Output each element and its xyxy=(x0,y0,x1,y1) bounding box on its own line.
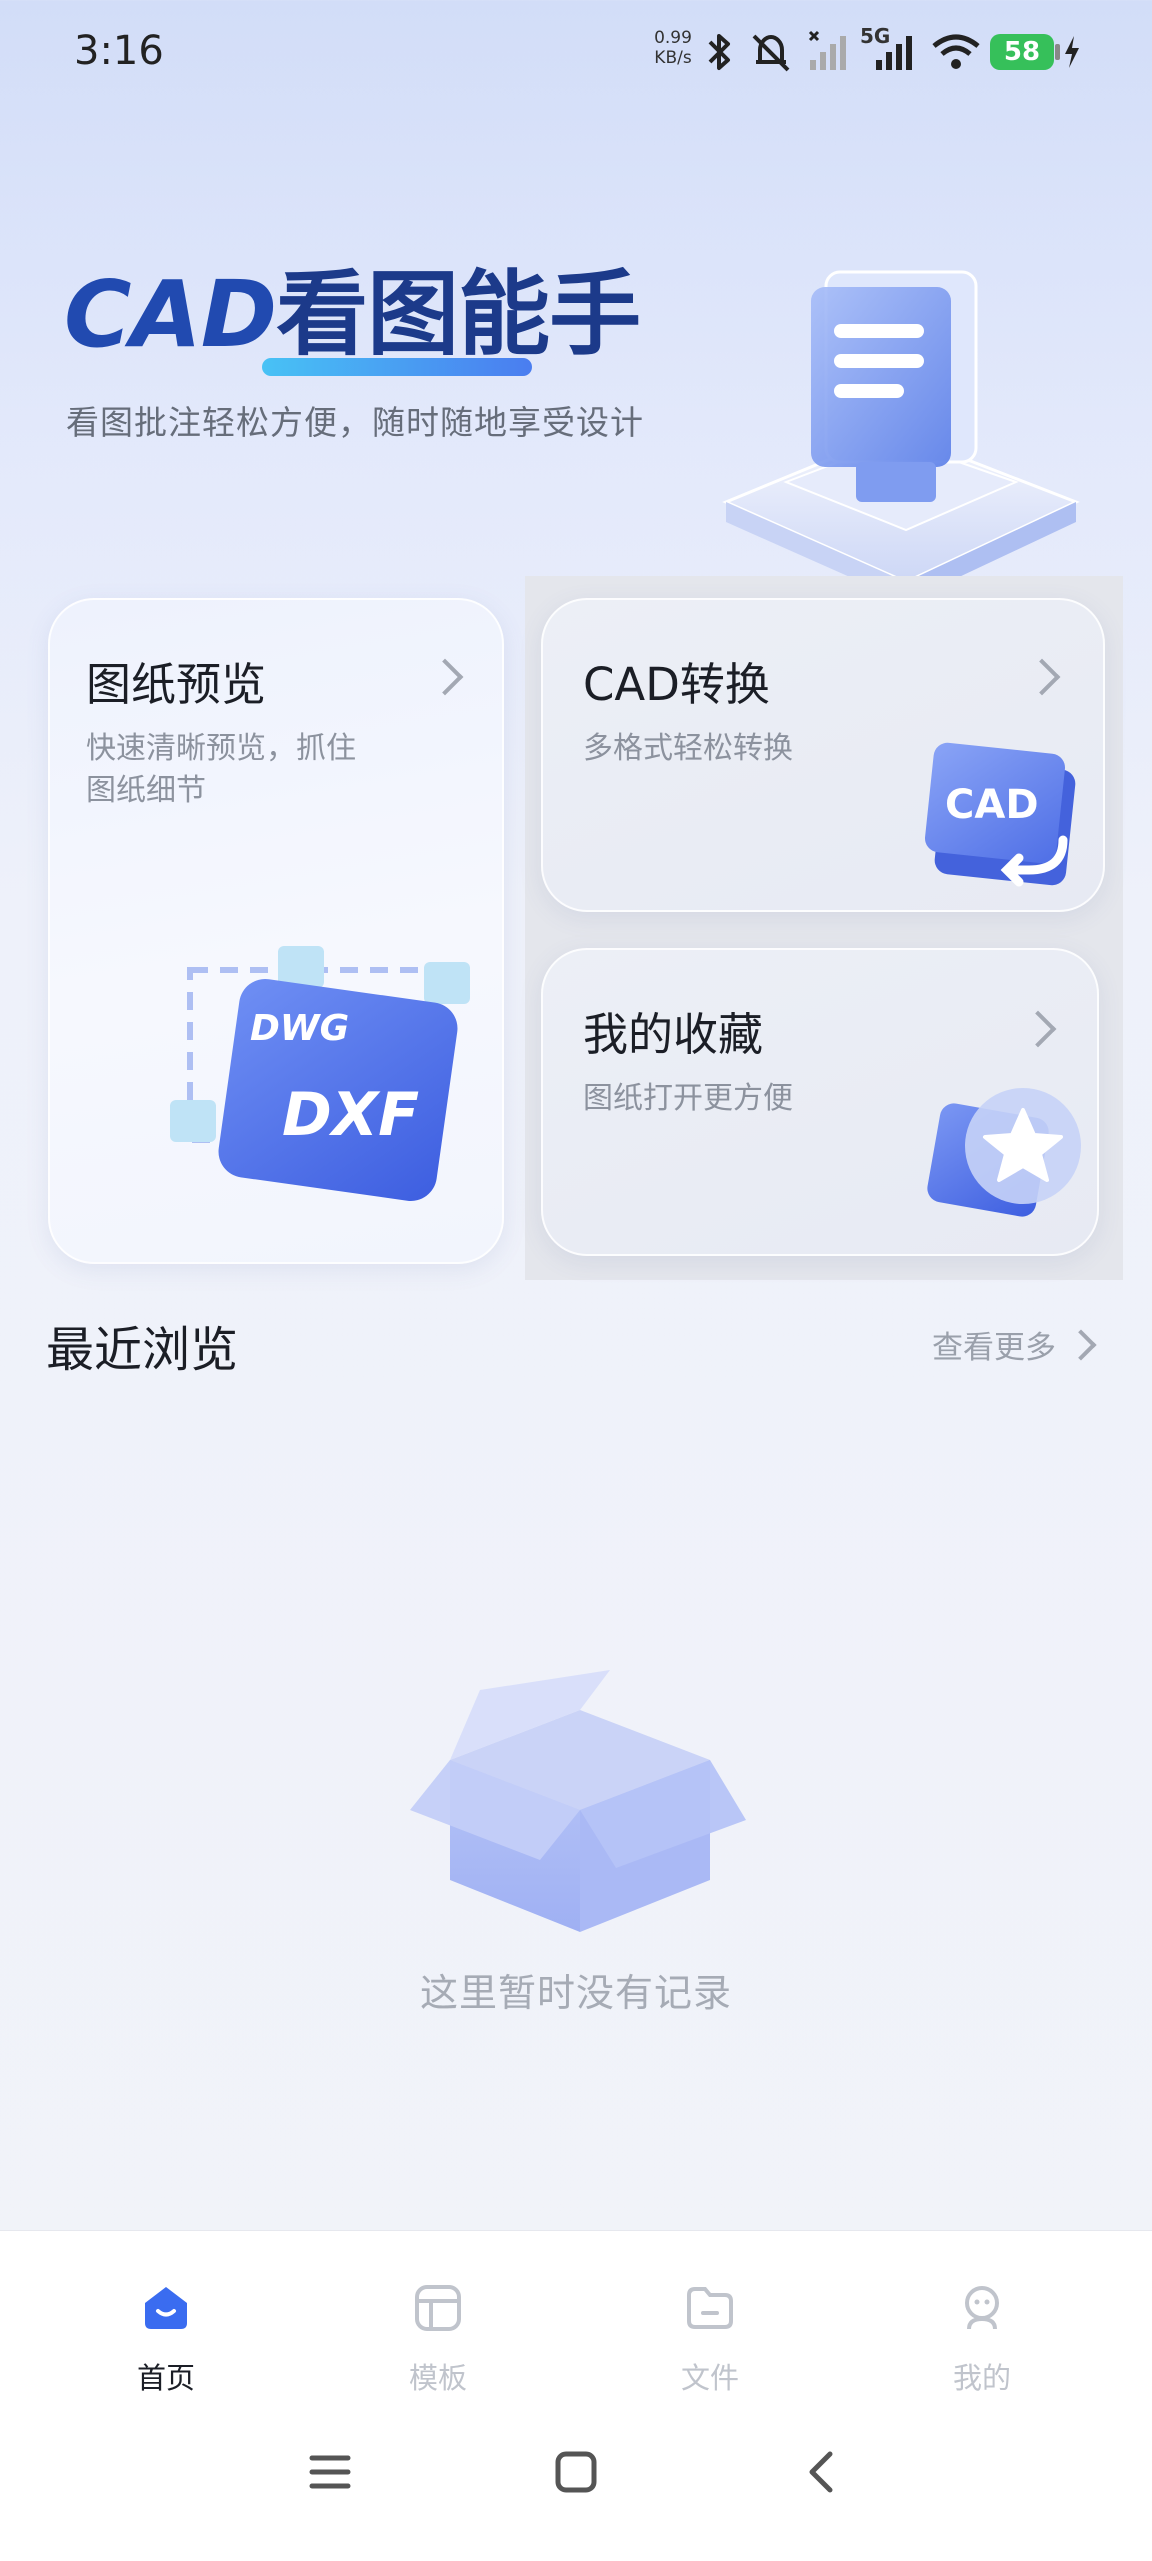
card-favorites-title: 我的收藏 xyxy=(583,1008,764,1061)
app-title-suffix: 看图能手 xyxy=(276,261,641,368)
card-preview-desc-line2: 图纸细节 xyxy=(86,773,206,808)
mute-icon xyxy=(752,34,790,72)
battery-tip xyxy=(1055,44,1060,60)
card-preview-desc-line1: 快速清晰预览，抓住 xyxy=(86,731,356,766)
template-icon xyxy=(415,2285,461,2331)
chevron-right-icon xyxy=(1023,658,1061,696)
view-more-link[interactable]: 查看更多 xyxy=(932,1322,1056,1367)
tab-templates-label: 模板 xyxy=(408,2361,467,2395)
menu-icon[interactable] xyxy=(308,2450,352,2494)
badge-dwg: DWG xyxy=(250,1008,349,1049)
card-cad-convert[interactable]: CAD转换 多格式轻松转换 CAD xyxy=(541,598,1105,912)
recent-title: 最近浏览 xyxy=(46,1322,239,1378)
title-underline xyxy=(262,358,532,376)
card-my-favorites[interactable]: 我的收藏 图纸打开更方便 xyxy=(541,948,1099,1256)
app-title-prefix: CAD xyxy=(64,261,277,368)
empty-state-text: 这里暂时没有记录 xyxy=(419,1971,732,2015)
home-icon xyxy=(145,2287,187,2329)
empty-box-icon xyxy=(410,1670,746,1932)
card-convert-desc: 多格式轻松转换 xyxy=(583,731,793,766)
card-preview-desc: 快速清晰预览，抓住 图纸细节 xyxy=(86,728,356,812)
tab-mine[interactable]: 我的 xyxy=(838,2231,1126,2401)
dwg-dxf-icon: DWG DXF xyxy=(170,946,470,1201)
cad-convert-icon: CAD xyxy=(924,742,1076,887)
star-favorite-icon xyxy=(927,1088,1081,1217)
status-time: 3:16 xyxy=(74,28,164,74)
folder-icon xyxy=(687,2287,733,2329)
signal-5g-icon xyxy=(876,36,912,70)
card-convert-title: CAD转换 xyxy=(583,658,770,711)
tab-templates[interactable]: 模板 xyxy=(294,2231,582,2401)
bottom-tab-bar: 首页 模板 文件 我的 xyxy=(0,2230,1152,2561)
home-square-icon[interactable] xyxy=(554,2450,598,2494)
chevron-right-icon xyxy=(1065,1329,1097,1361)
tab-mine-label: 我的 xyxy=(952,2361,1011,2395)
wifi-icon xyxy=(932,34,980,69)
badge-dxf: DXF xyxy=(282,1080,419,1150)
net-speed-value: 0.99 xyxy=(654,28,692,48)
net-speed: 0.99 KB/s xyxy=(648,28,698,68)
app-subtitle: 看图批注轻松方便，随时随地享受设计 xyxy=(66,403,644,442)
signal-icon xyxy=(808,30,846,70)
back-icon[interactable] xyxy=(800,2450,844,2494)
app-title: CAD看图能手 xyxy=(64,240,641,373)
chevron-right-icon xyxy=(1019,1010,1057,1048)
view-more-label: 查看更多 xyxy=(932,1330,1056,1366)
card-favorites-desc: 图纸打开更方便 xyxy=(583,1081,793,1116)
card-drawing-preview[interactable]: 图纸预览 快速清晰预览，抓住 图纸细节 DWG DXF xyxy=(48,598,504,1264)
bluetooth-icon xyxy=(708,34,730,70)
charging-icon xyxy=(1065,36,1079,68)
badge-cad: CAD xyxy=(945,782,1039,828)
battery-icon: 58 xyxy=(990,34,1054,70)
net-speed-unit: KB/s xyxy=(654,48,692,68)
tab-home[interactable]: 首页 xyxy=(22,2231,310,2401)
profile-icon xyxy=(965,2286,999,2330)
chevron-right-icon xyxy=(426,658,464,696)
tab-home-label: 首页 xyxy=(136,2361,195,2395)
card-preview-title: 图纸预览 xyxy=(86,658,267,711)
tab-files-label: 文件 xyxy=(680,2361,739,2395)
hero-illustration xyxy=(722,270,1080,602)
tab-files[interactable]: 文件 xyxy=(566,2231,854,2401)
